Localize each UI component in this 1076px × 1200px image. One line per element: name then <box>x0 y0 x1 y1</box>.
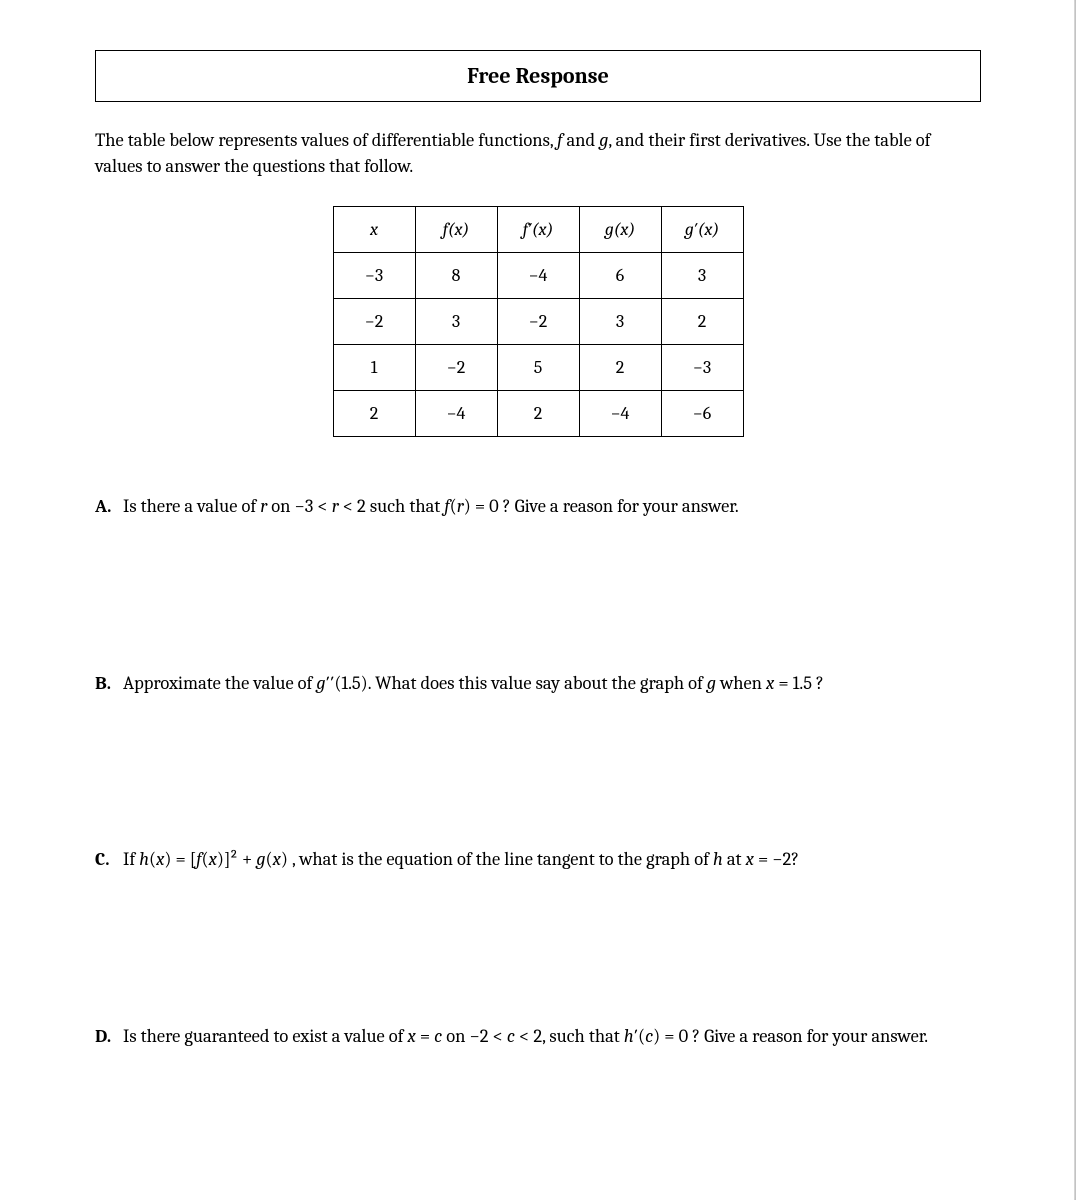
table-row: 2 −4 2 −4 −6 <box>333 390 743 436</box>
table-header-row: x f(x) f′(x) g(x) g′(x) <box>333 206 743 252</box>
cell: 3 <box>661 252 743 298</box>
q-var: c <box>434 1025 442 1047</box>
q-var: x <box>209 848 217 870</box>
col-gprimex: g′(x) <box>661 206 743 252</box>
q-fragment: = <box>416 1025 434 1047</box>
q-fragment: when <box>716 672 766 694</box>
q-fragment: If <box>123 848 139 870</box>
cell: −4 <box>579 390 661 436</box>
q-var: x <box>273 848 281 870</box>
cell: 8 <box>415 252 497 298</box>
q-var: c <box>507 1025 515 1047</box>
intro-fragment: and <box>562 129 599 151</box>
table-row: −3 8 −4 6 3 <box>333 252 743 298</box>
q-fragment: ) = [ <box>164 848 196 870</box>
intro-fragment: The table below represents values of dif… <box>95 129 557 151</box>
cell: −3 <box>661 344 743 390</box>
question-label: C. <box>95 846 123 873</box>
cell: 2 <box>497 390 579 436</box>
q-fragment: ( <box>202 848 209 870</box>
cell: 6 <box>579 252 661 298</box>
q-fragment: ) = 0 ? Give a reason for your answer. <box>653 1025 928 1047</box>
q-fragment: ( <box>450 495 457 517</box>
cell: 3 <box>415 298 497 344</box>
question-body: Is there a value of r on −3 < r < 2 such… <box>123 493 981 520</box>
cell: 2 <box>579 344 661 390</box>
question-b: B. Approximate the value of g′′(1.5). Wh… <box>95 670 981 697</box>
question-label: B. <box>95 670 123 697</box>
q-fragment: < 2, such that <box>515 1025 624 1047</box>
table-row: 1 −2 5 2 −3 <box>333 344 743 390</box>
q-fragment: Is there a value of <box>123 495 260 517</box>
col-gx: g(x) <box>579 206 661 252</box>
q-fragment: Approximate the value of <box>123 672 316 694</box>
q-var: c <box>645 1025 653 1047</box>
q-var: h <box>624 1025 634 1047</box>
question-body: Is there guaranteed to exist a value of … <box>123 1023 981 1050</box>
q-var: r <box>457 495 464 517</box>
q-var: g <box>316 672 325 694</box>
q-fragment: at <box>723 848 746 870</box>
cell: −2 <box>415 344 497 390</box>
cell: 5 <box>497 344 579 390</box>
question-body: Approximate the value of g′′(1.5). What … <box>123 670 981 697</box>
q-var: h <box>139 848 149 870</box>
cell: −3 <box>333 252 415 298</box>
question-a: A. Is there a value of r on −3 < r < 2 s… <box>95 493 981 520</box>
section-title: Free Response <box>467 63 609 89</box>
q-var: r <box>332 495 339 517</box>
cell: 2 <box>661 298 743 344</box>
cell: −4 <box>497 252 579 298</box>
q-var: h <box>713 848 723 870</box>
q-fragment: Is there guaranteed to exist a value of <box>123 1025 408 1047</box>
intro-var-g: g <box>599 129 608 151</box>
q-fragment: ) , what is the equation of the line tan… <box>281 848 713 870</box>
q-fragment: )]² + <box>217 848 256 870</box>
col-fprimex: f′(x) <box>497 206 579 252</box>
question-label: D. <box>95 1023 123 1050</box>
cell: −4 <box>415 390 497 436</box>
q-fragment: on −3 < <box>267 495 332 517</box>
q-fragment: = 1.5 ? <box>774 672 824 694</box>
q-var: x <box>408 1025 416 1047</box>
section-title-box: Free Response <box>95 50 981 102</box>
table-row: −2 3 −2 3 2 <box>333 298 743 344</box>
q-fragment: ) = 0 ? Give a reason for your answer. <box>464 495 739 517</box>
cell: 1 <box>333 344 415 390</box>
cell: 2 <box>333 390 415 436</box>
question-body: If h(x) = [f(x)]² + g(x) , what is the e… <box>123 846 981 873</box>
q-fragment: < 2 such that <box>339 495 445 517</box>
q-fragment: ′′(1.5). What does this value say about … <box>326 672 707 694</box>
values-table: x f(x) f′(x) g(x) g′(x) −3 8 −4 6 3 −2 3… <box>333 206 744 437</box>
q-var: g <box>707 672 716 694</box>
col-fx: f(x) <box>415 206 497 252</box>
col-x: x <box>333 206 415 252</box>
cell: −2 <box>497 298 579 344</box>
q-fragment: = −2? <box>754 848 799 870</box>
question-d: D. Is there guaranteed to exist a value … <box>95 1023 981 1050</box>
q-fragment: ( <box>265 848 272 870</box>
q-fragment: ′( <box>634 1025 645 1047</box>
cell: −6 <box>661 390 743 436</box>
intro-text: The table below represents values of dif… <box>95 128 981 180</box>
q-fragment: on −2 < <box>442 1025 507 1047</box>
q-var: x <box>746 848 754 870</box>
question-c: C. If h(x) = [f(x)]² + g(x) , what is th… <box>95 846 981 873</box>
cell: 3 <box>579 298 661 344</box>
question-label: A. <box>95 493 123 520</box>
cell: −2 <box>333 298 415 344</box>
